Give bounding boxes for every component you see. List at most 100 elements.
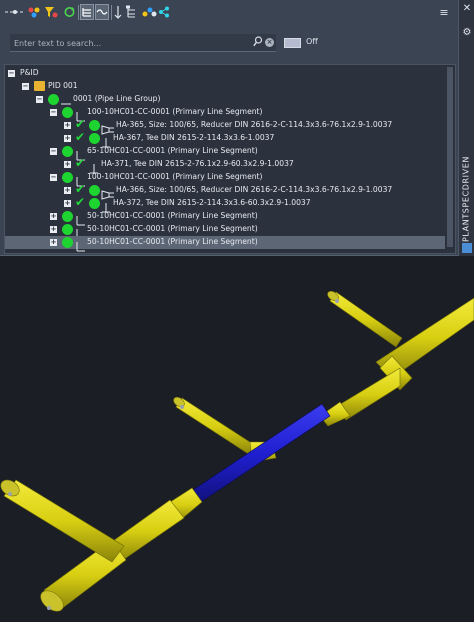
clear-search-icon[interactable]: × [265,38,274,47]
tree-scrollbar[interactable] [445,65,455,253]
tree-node-segment[interactable]: − 65-10HC01-CC-0001 (Primary Line Segmen… [5,145,445,161]
palette-toolbar: ≡ [0,0,458,26]
tree-view-icon[interactable] [80,4,94,20]
pipe-branch-upper[interactable] [326,289,403,348]
check-icon: ✔ [75,156,86,170]
line-list-palette: ≡ × Off − P&ID − PID 001 − [0,0,474,256]
segment-icon [75,224,85,239]
expand-icon[interactable]: + [64,187,71,194]
tree-node-label: 50-10HC01-CC-0001 (Primary Line Segment) [87,237,258,246]
tree-node-component[interactable]: + ✔ HA-365, Size: 100/65, Reducer DIN 26… [5,118,445,135]
filter-icon[interactable] [44,4,58,20]
status-ok-icon [62,237,73,248]
status-ok-icon [62,107,73,118]
filter-toggle[interactable] [284,38,301,48]
status-ok-icon [62,211,73,222]
tree-node-label: HA-365, Size: 100/65, Reducer DIN 2616-2… [116,120,393,129]
check-icon: ✔ [75,130,86,144]
tree-node-segment[interactable]: − 100-10HC01-CC-0001 (Primary Line Segme… [5,106,445,122]
collapse-icon[interactable]: − [36,96,43,103]
model-viewport[interactable] [0,256,474,622]
search-input[interactable] [14,36,250,50]
tree-node-label: 65-10HC01-CC-0001 (Primary Line Segment) [87,146,258,155]
expand-icon[interactable]: + [50,213,57,220]
reducer-icon [101,120,115,135]
status-ok-icon [48,94,59,105]
drawing-icon [34,81,45,91]
tree-node-label: HA-367, Tee DIN 2615-2-114.3x3.6-1.0037 [113,133,275,142]
tee-icon [101,198,111,213]
palette-app-icon [462,243,472,253]
tree-node-component[interactable]: + ✔ HA-367, Tee DIN 2615-2-114.3x3.6-1.0… [5,130,445,148]
status-ok-icon [62,146,73,157]
close-icon[interactable]: ✕ [461,2,473,14]
settings-icon[interactable]: ⚙ [461,26,473,38]
segment-icon [75,211,85,226]
tree-node-label: 0001 (Pipe Line Group) [73,94,161,103]
tree-node-label: P&ID [20,68,39,77]
search-icon[interactable] [253,36,263,48]
collapse-icon[interactable]: − [8,70,15,77]
hierarchy-icon[interactable] [125,4,139,20]
refresh-icon[interactable] [63,4,76,20]
status-ok-icon [62,224,73,235]
line-view-icon[interactable] [95,4,109,20]
status-ok-icon [89,198,100,209]
tree-node-label: 100-10HC01-CC-0001 (Primary Line Segment… [87,107,263,116]
collapse-icon[interactable]: − [50,174,57,181]
status-ok-icon [89,133,100,144]
segment-icon [75,237,85,252]
menu-icon[interactable]: ≡ [436,4,452,20]
tree-node-label: 50-10HC01-CC-0001 (Primary Line Segment) [87,211,258,220]
tree-node-label: HA-372, Tee DIN 2615-2-114.3x3.6-60.3x2.… [113,198,311,207]
tree-node-pid-root[interactable]: − P&ID [5,67,445,80]
line-group-icon[interactable] [4,4,26,20]
tree-node-component[interactable]: + ✔ HA-366, Size: 100/65, Reducer DIN 26… [5,183,445,200]
toolbar-separator [78,5,79,20]
expand-icon[interactable]: + [50,239,57,246]
expand-icon[interactable]: + [50,226,57,233]
tree-node-segment[interactable]: + 50-10HC01-CC-0001 (Primary Line Segmen… [5,210,445,226]
status-ok-icon [89,120,100,131]
expand-icon[interactable]: + [64,200,71,207]
collapse-icon[interactable]: − [50,148,57,155]
tree-node-drawing[interactable]: − PID 001 [5,80,445,93]
tee-icon [101,133,111,148]
search-box: × [10,34,276,52]
sort-icon[interactable] [113,4,123,20]
tree-node-label: HA-371, Tee DIN 2615-2-76.1x2.9-60.3x2.9… [101,159,294,168]
toolbar-separator [111,5,112,20]
color-dots-icon[interactable] [27,4,41,20]
plant-3d-window: ≡ × Off − P&ID − PID 001 − [0,0,474,622]
tree-node-line-group[interactable]: − 0001 (Pipe Line Group) [5,93,445,106]
line-group-icon [61,94,71,105]
tree-node-component[interactable]: + ✔ HA-371, Tee DIN 2615-2-76.1x2.9-60.3… [5,156,445,174]
collapse-icon[interactable]: − [50,109,57,116]
tree-node-segment[interactable]: − 100-10HC01-CC-0001 (Primary Line Segme… [5,171,445,187]
expand-icon[interactable]: + [64,161,71,168]
tree-node-label: 50-10HC01-CC-0001 (Primary Line Segment) [87,224,258,233]
pipe-model [0,289,474,612]
share-icon[interactable] [158,4,170,20]
reducer-icon [101,185,115,200]
line-tree: − P&ID − PID 001 − 0001 (Pipe Line Group… [4,64,456,254]
tree-node-label: HA-366, Size: 100/65, Reducer DIN 2616-2… [116,185,393,194]
check-icon: ✔ [75,195,86,209]
tree-node-label: 100-10HC01-CC-0001 (Primary Line Segment… [87,172,263,181]
filter-toggle-label: Off [306,37,318,46]
tee-icon [89,159,99,174]
tree-node-segment[interactable]: + 50-10HC01-CC-0001 (Primary Line Segmen… [5,223,445,239]
color-scheme-icon[interactable] [141,4,157,20]
tree-node-label: PID 001 [48,81,78,90]
collapse-icon[interactable]: − [22,83,29,90]
expand-icon[interactable]: + [64,122,71,129]
pipe-branch-lower-left[interactable] [0,477,125,563]
tree-node-segment-selected[interactable]: + 50-10HC01-CC-0001 (Primary Line Segmen… [5,236,445,252]
status-ok-icon [62,172,73,183]
status-ok-icon [89,185,100,196]
palette-tab-label[interactable]: PLANTSPECDRIVEN [460,156,472,242]
tree-node-component[interactable]: + ✔ HA-372, Tee DIN 2615-2-114.3x3.6-60.… [5,195,445,213]
expand-icon[interactable]: + [64,135,71,142]
scrollbar-thumb[interactable] [447,67,453,247]
pipe-main-right[interactable] [319,297,474,427]
